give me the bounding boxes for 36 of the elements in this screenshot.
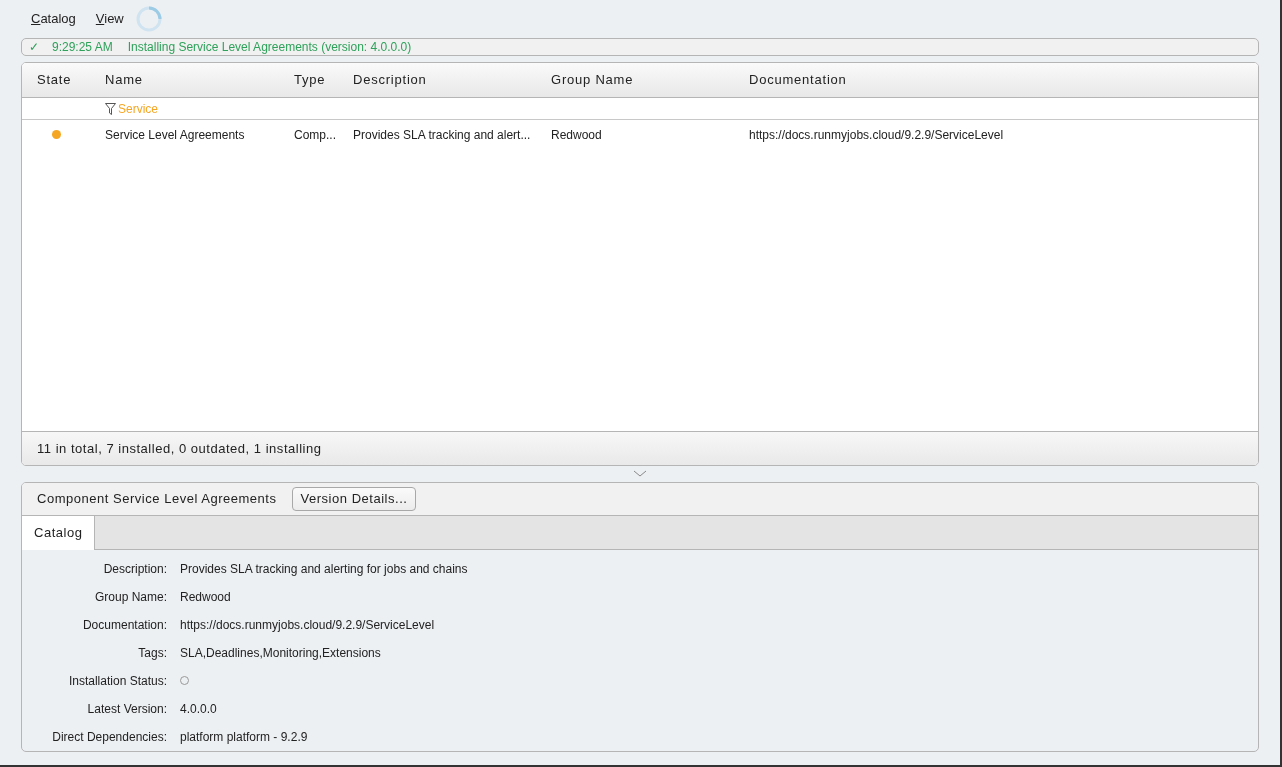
chevron-down-icon[interactable] <box>633 470 647 478</box>
field-label: Group Name: <box>93 589 167 606</box>
table-cell-text: Comp... <box>294 127 337 144</box>
field-label: Latest Version: <box>86 701 167 718</box>
column-header[interactable]: Type <box>294 70 353 90</box>
table-footer: 11 in total, 7 installed, 0 outdated, 1 installing <box>22 431 1258 465</box>
field-value: https://docs.runmyjobs.cloud/9.2.9/ServiceLevel <box>180 617 436 634</box>
menu-item[interactable]: View <box>95 9 124 29</box>
menu-item[interactable]: Catalog <box>31 9 76 29</box>
status-time: 9:29:25 AM <box>52 39 113 56</box>
field-value: platform platform - 9.2.9 <box>180 729 309 746</box>
column-header[interactable]: Documentation <box>749 70 1258 90</box>
table-cell-text: https://docs.runmyjobs.cloud/9.2.9/ServiceLevel <box>749 127 1005 144</box>
field-label: Installation Status: <box>67 673 167 690</box>
field-value: Provides SLA tracking and alerting for jobs and chains <box>180 561 469 578</box>
column-header[interactable]: State <box>37 70 105 90</box>
table-cell-text: Service Level Agreements <box>105 127 246 144</box>
filter-icon <box>105 102 116 115</box>
column-header[interactable]: Name <box>105 70 294 90</box>
checkmark-icon: ✓ <box>29 38 41 56</box>
table-row[interactable]: Service Level Agreements Comp... Provides SLA tracking and alert... Redwood https://docs.runmyjobs.cloud/9.2.9/ServiceLevel <box>22 120 1258 150</box>
field-value: Redwood <box>180 589 232 606</box>
field-value: SLA,Deadlines,Monitoring,Extensions <box>180 645 382 662</box>
field-value: 4.0.0.0 <box>180 701 218 718</box>
field-label: Tags: <box>137 645 167 662</box>
table-cell-text: Redwood <box>551 127 603 144</box>
status-message: Installing Service Level Agreements (version: 4.0.0.0) <box>127 39 412 56</box>
details-title: Component Service Level Agreements <box>37 490 277 508</box>
column-header[interactable]: Description <box>353 70 551 90</box>
field-label: Direct Dependencies: <box>51 729 167 746</box>
tab[interactable]: Catalog <box>22 515 96 550</box>
field-label: Description: <box>102 561 167 578</box>
version-details-button[interactable]: Version Details... <box>291 486 417 511</box>
field-label: Documentation: <box>81 617 167 634</box>
column-header[interactable]: Group Name <box>551 70 749 90</box>
table-cell-text: Provides SLA tracking and alert... <box>353 127 532 144</box>
